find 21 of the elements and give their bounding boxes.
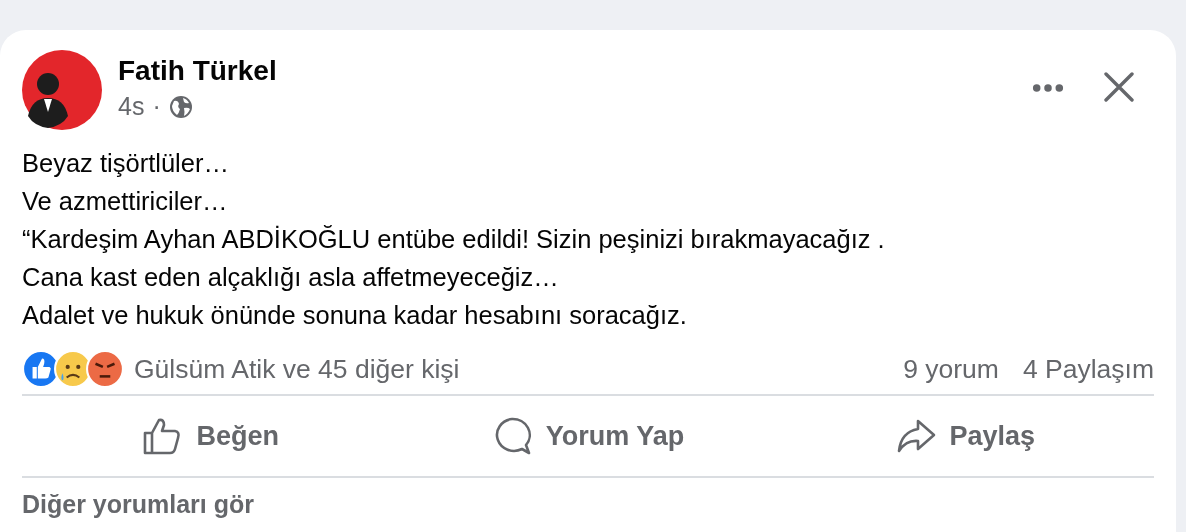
post-text-line: Cana kast eden alçaklığı asla affetmeyeceğiz…: [22, 262, 560, 293]
separator: ·: [152, 92, 161, 121]
avatar[interactable]: [22, 50, 102, 130]
like-button[interactable]: Beğen: [22, 396, 400, 476]
thumbs-up-icon: [142, 416, 183, 456]
post-text-line: Beyaz tişörtlüler…: [22, 148, 230, 179]
post-text-line: Ve azmettiriciler…: [22, 186, 229, 217]
angry-reaction-icon: [86, 350, 124, 388]
post-text-line: Adalet ve hukuk önünde sonuna kadar hesabını soracağız.: [22, 300, 688, 331]
comment-button[interactable]: Yorum Yap: [399, 396, 777, 476]
share-count[interactable]: 4 Paylaşım: [1022, 353, 1154, 385]
comment-count[interactable]: 9 yorum: [903, 353, 999, 385]
post-time[interactable]: 4s: [118, 92, 145, 121]
author-name[interactable]: Fatih Türkel: [118, 54, 277, 88]
more-options-icon[interactable]: [1032, 83, 1064, 93]
close-icon[interactable]: [1104, 72, 1134, 102]
more-comments-link[interactable]: Diğer yorumları gör: [22, 490, 254, 518]
post-text-line: “Kardeşim Ayhan ABDİKOĞLU entübe edildi! Sizin peşinizi bırakmayacağız .: [22, 224, 886, 255]
globe-icon: [168, 94, 193, 119]
reactors-text[interactable]: Gülsüm Atik ve 45 diğer kişi: [134, 353, 460, 385]
share-button[interactable]: Paylaş: [776, 396, 1154, 476]
